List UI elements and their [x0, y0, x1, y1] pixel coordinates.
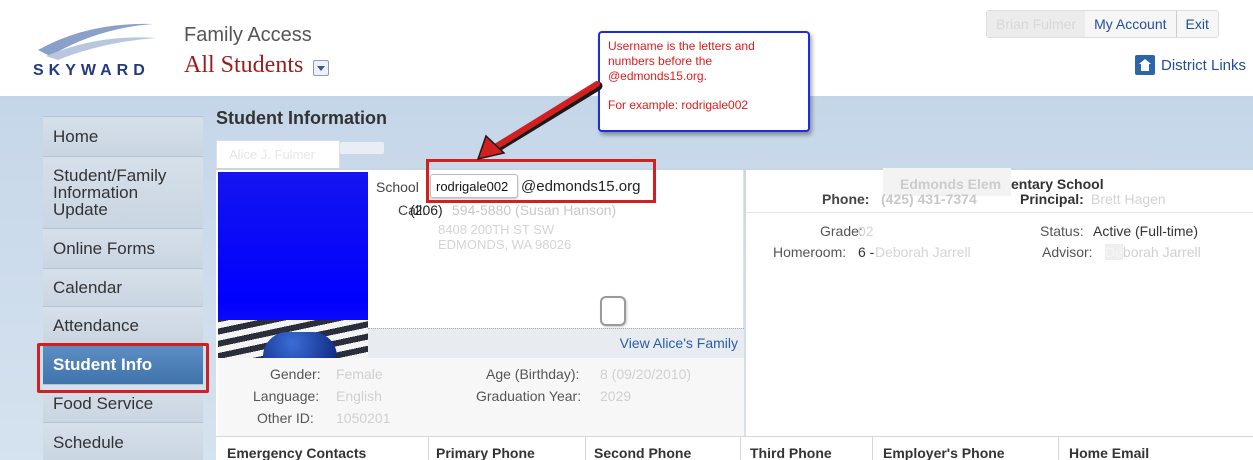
column-header: Emergency Contacts: [227, 445, 367, 460]
age-label: Age (Birthday):: [486, 366, 580, 382]
address-line-1: 8408 200TH ST SW: [438, 222, 555, 237]
other-id-label: Other ID:: [257, 410, 314, 426]
column-header: Home Email: [1069, 445, 1150, 460]
sidebar-item-label: Student/Family Information Update: [53, 166, 167, 219]
page-title: Student Information: [216, 108, 387, 128]
callout-example: For example: rodrigale002: [608, 98, 749, 112]
annotation-highlight-student-info: [37, 343, 209, 393]
skyward-logo: SKYWARD: [28, 16, 178, 82]
view-family-link[interactable]: View Alice's Family: [620, 335, 738, 351]
tab-student[interactable]: Alice J. Fulmer: [216, 140, 340, 168]
tab-placeholder: [340, 142, 384, 154]
gender-value: Female: [336, 366, 383, 382]
school-name-tail: entary School: [1011, 176, 1104, 192]
emergency-contacts-header: Emergency Contacts Primary Phone Second …: [216, 436, 1253, 460]
school-phone-label: Phone:: [822, 191, 870, 207]
column-divider: [872, 437, 873, 460]
graduation-year-value: 2029: [600, 388, 632, 404]
school-email-label: School: [376, 179, 419, 195]
grade-label: Grade:: [820, 223, 863, 239]
language-label: Language:: [253, 388, 320, 404]
annotation-highlight-email: [426, 159, 656, 203]
my-account-link[interactable]: My Account: [1085, 11, 1177, 37]
logo-text: SKYWARD: [33, 62, 150, 79]
sidebar-nav: Home Student/Family Information Update O…: [43, 116, 203, 460]
graduation-year-label: Graduation Year:: [476, 388, 582, 404]
homeroom-number: 6 -: [858, 244, 875, 260]
logo-swoosh-icon: [38, 23, 156, 60]
status-value: Active (Full-time): [1093, 223, 1199, 239]
column-header: Employer's Phone: [883, 445, 1005, 460]
homeroom-label: Homeroom:: [773, 244, 847, 260]
sidebar-item-attendance[interactable]: Attendance: [43, 306, 203, 344]
top-links: Brian Fulmer My Account Exit: [986, 10, 1219, 38]
age-value: 8 (09/20/2010): [600, 366, 692, 382]
principal-value: Brett Hagen: [1091, 191, 1166, 207]
student-selector[interactable]: All Students: [184, 52, 303, 79]
address-line-2: EDMONDS, WA 98026: [438, 237, 572, 252]
sidebar-item-home[interactable]: Home: [43, 116, 203, 156]
column-divider: [1058, 437, 1059, 460]
call-number: 594-5880 (Susan Hanson): [452, 202, 617, 218]
homeroom-teacher: Deborah Jarrell: [875, 244, 971, 260]
student-details: Gender: Female Language: English Other I…: [218, 358, 744, 436]
student-photo: [218, 172, 368, 358]
sidebar-item-calendar[interactable]: Calendar: [43, 268, 203, 306]
sidebar-item-online-forms[interactable]: Online Forms: [43, 228, 203, 268]
callout-text: Username is the letters and numbers befo…: [608, 39, 755, 83]
advisor-name: borah Jarrell: [1122, 244, 1201, 260]
checkbox[interactable]: [600, 296, 626, 326]
photo-footer: View Alice's Family: [368, 328, 744, 358]
exit-link[interactable]: Exit: [1177, 11, 1218, 37]
column-divider: [428, 437, 429, 460]
column-header: Third Phone: [750, 445, 832, 460]
school-name: Edmonds Elem: [900, 176, 1002, 192]
language-value: English: [336, 388, 382, 404]
gender-label: Gender:: [270, 366, 321, 382]
app-title: Family Access: [184, 24, 312, 46]
sidebar-item-schedule[interactable]: Schedule: [43, 422, 203, 460]
user-name: Brian Fulmer: [987, 11, 1086, 37]
call-area-code: (206): [410, 202, 443, 218]
column-divider: [585, 437, 586, 460]
column-header: Second Phone: [594, 445, 692, 460]
school-card: [746, 170, 1253, 436]
photo-detail: [263, 332, 337, 358]
column-header: Primary Phone: [436, 445, 535, 460]
school-phone-value: (425) 431-7374: [881, 191, 977, 207]
sidebar-item-student-family-update[interactable]: Student/Family Information Update: [43, 156, 203, 228]
district-links-link[interactable]: District Links: [1135, 55, 1246, 75]
home-icon: [1135, 55, 1155, 75]
status-label: Status:: [1040, 223, 1084, 239]
annotation-callout: Username is the letters and numbers befo…: [598, 31, 810, 132]
principal-label: Principal:: [1020, 191, 1084, 207]
advisor-label: Advisor:: [1042, 244, 1093, 260]
other-id-value: 1050201: [336, 410, 391, 426]
chevron-down-icon[interactable]: [313, 60, 329, 76]
advisor-value: Deborah Jarrell: [1105, 244, 1201, 260]
column-divider: [740, 437, 741, 460]
advisor-ghost: De: [1105, 244, 1123, 260]
district-links-label: District Links: [1161, 56, 1247, 74]
divider: [746, 212, 1253, 213]
grade-value: 02: [858, 223, 874, 239]
